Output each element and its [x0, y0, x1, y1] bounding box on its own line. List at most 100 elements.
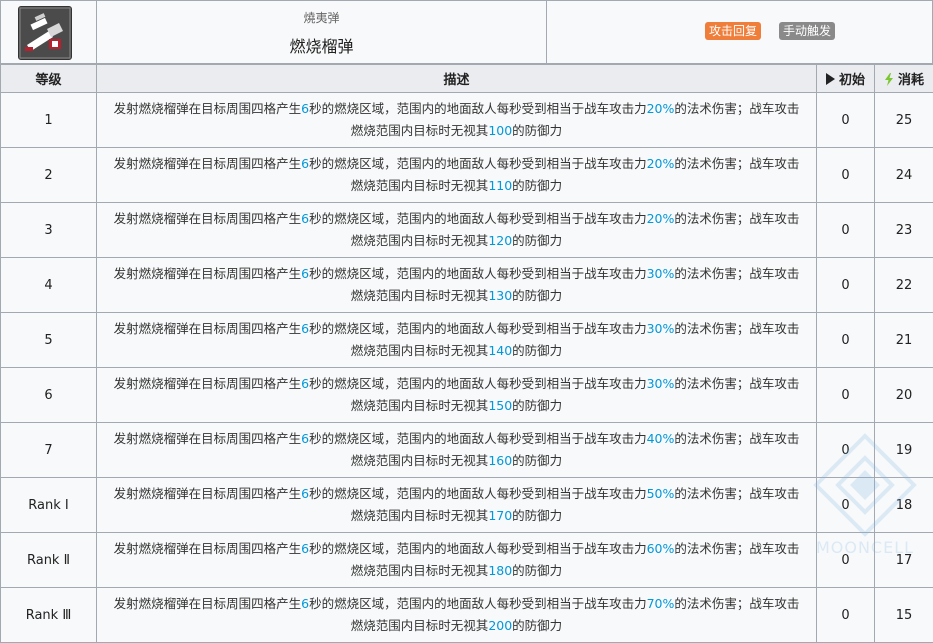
damage-percent-value: 20% — [647, 156, 675, 171]
table-row: 5发射燃烧榴弹在目标周围四格产生6秒的燃烧区域，范围内的地面敌人每秒受到相当于战… — [1, 313, 933, 368]
play-icon — [826, 73, 835, 85]
sp-cost-cell: 25 — [875, 93, 933, 148]
duration-value: 6 — [301, 266, 309, 281]
skill-header: 燒夷弹 燃烧榴弹 攻击回复 手动触发 — [0, 0, 933, 64]
sp-cost-cell: 22 — [875, 258, 933, 313]
damage-percent-value: 60% — [647, 541, 675, 556]
defense-ignore-value: 180 — [488, 563, 512, 578]
initial-sp-cell: 0 — [817, 203, 875, 258]
description-text: 秒的燃烧区域，范围内的地面敌人每秒受到相当于战车攻击力 — [309, 101, 647, 116]
duration-value: 6 — [301, 376, 309, 391]
duration-value: 6 — [301, 486, 309, 501]
trigger-type-badge: 手动触发 — [779, 22, 835, 40]
level-cell: 5 — [1, 313, 97, 368]
description-text: 秒的燃烧区域，范围内的地面敌人每秒受到相当于战车攻击力 — [309, 156, 647, 171]
mooncell-logo-icon — [810, 430, 920, 540]
table-row: 1发射燃烧榴弹在目标周围四格产生6秒的燃烧区域，范围内的地面敌人每秒受到相当于战… — [1, 93, 933, 148]
sp-cost-cell: 15 — [875, 588, 933, 643]
description-text: 秒的燃烧区域，范围内的地面敌人每秒受到相当于战车攻击力 — [309, 431, 647, 446]
description-text: 的防御力 — [512, 343, 562, 358]
level-cell: 2 — [1, 148, 97, 203]
description-text: 发射燃烧榴弹在目标周围四格产生 — [114, 486, 302, 501]
level-cell: 6 — [1, 368, 97, 423]
description-cell: 发射燃烧榴弹在目标周围四格产生6秒的燃烧区域，范围内的地面敌人每秒受到相当于战车… — [97, 533, 817, 588]
skill-name-cell: 燒夷弹 燃烧榴弹 — [97, 1, 547, 64]
damage-percent-value: 30% — [647, 266, 675, 281]
damage-percent-value: 40% — [647, 431, 675, 446]
table-row: 4发射燃烧榴弹在目标周围四格产生6秒的燃烧区域，范围内的地面敌人每秒受到相当于战… — [1, 258, 933, 313]
description-cell: 发射燃烧榴弹在目标周围四格产生6秒的燃烧区域，范围内的地面敌人每秒受到相当于战车… — [97, 423, 817, 478]
defense-ignore-value: 150 — [488, 398, 512, 413]
duration-value: 6 — [301, 211, 309, 226]
table-row: 3发射燃烧榴弹在目标周围四格产生6秒的燃烧区域，范围内的地面敌人每秒受到相当于战… — [1, 203, 933, 258]
lightning-bolt-icon — [884, 73, 894, 86]
level-cell: 3 — [1, 203, 97, 258]
description-cell: 发射燃烧榴弹在目标周围四格产生6秒的燃烧区域，范围内的地面敌人每秒受到相当于战车… — [97, 588, 817, 643]
watermark-text: MOONCELL — [810, 538, 920, 557]
description-text: 的防御力 — [512, 233, 562, 248]
mooncell-watermark: MOONCELL — [810, 430, 920, 590]
level-cell: 1 — [1, 93, 97, 148]
description-text: 秒的燃烧区域，范围内的地面敌人每秒受到相当于战车攻击力 — [309, 376, 647, 391]
skill-type-label: 燒夷弹 — [97, 9, 546, 26]
description-text: 秒的燃烧区域，范围内的地面敌人每秒受到相当于战车攻击力 — [309, 486, 647, 501]
level-cell: Rank Ⅱ — [1, 533, 97, 588]
skill-name: 燃烧榴弹 — [97, 33, 546, 57]
damage-percent-value: 30% — [647, 376, 675, 391]
initial-sp-cell: 0 — [817, 93, 875, 148]
defense-ignore-value: 120 — [488, 233, 512, 248]
defense-ignore-value: 200 — [488, 618, 512, 633]
description-text: 秒的燃烧区域，范围内的地面敌人每秒受到相当于战车攻击力 — [309, 266, 647, 281]
defense-ignore-value: 170 — [488, 508, 512, 523]
description-text: 秒的燃烧区域，范围内的地面敌人每秒受到相当于战车攻击力 — [309, 211, 647, 226]
damage-percent-value: 20% — [647, 211, 675, 226]
description-text: 的防御力 — [512, 398, 562, 413]
description-text: 发射燃烧榴弹在目标周围四格产生 — [114, 266, 302, 281]
description-cell: 发射燃烧榴弹在目标周围四格产生6秒的燃烧区域，范围内的地面敌人每秒受到相当于战车… — [97, 258, 817, 313]
incendiary-grenade-icon — [18, 6, 72, 60]
table-header-row: 等级 描述 初始 消耗 — [1, 65, 933, 93]
description-column-header: 描述 — [97, 65, 817, 93]
sp-cost-cell: 21 — [875, 313, 933, 368]
sp-cost-cell: 24 — [875, 148, 933, 203]
description-text: 的防御力 — [512, 178, 562, 193]
damage-percent-value: 20% — [647, 101, 675, 116]
table-row: Rank Ⅰ发射燃烧榴弹在目标周围四格产生6秒的燃烧区域，范围内的地面敌人每秒受… — [1, 478, 933, 533]
sp-cost-cell: 23 — [875, 203, 933, 258]
description-text: 发射燃烧榴弹在目标周围四格产生 — [114, 376, 302, 391]
level-column-header: 等级 — [1, 65, 97, 93]
defense-ignore-value: 160 — [488, 453, 512, 468]
level-cell: 4 — [1, 258, 97, 313]
defense-ignore-value: 100 — [488, 123, 512, 138]
table-row: Rank Ⅱ发射燃烧榴弹在目标周围四格产生6秒的燃烧区域，范围内的地面敌人每秒受… — [1, 533, 933, 588]
description-text: 的防御力 — [512, 508, 562, 523]
table-row: Rank Ⅲ发射燃烧榴弹在目标周围四格产生6秒的燃烧区域，范围内的地面敌人每秒受… — [1, 588, 933, 643]
description-cell: 发射燃烧榴弹在目标周围四格产生6秒的燃烧区域，范围内的地面敌人每秒受到相当于战车… — [97, 368, 817, 423]
skill-icon-cell — [1, 1, 97, 64]
level-cell: Rank Ⅲ — [1, 588, 97, 643]
duration-value: 6 — [301, 156, 309, 171]
duration-value: 6 — [301, 321, 309, 336]
initial-sp-cell: 0 — [817, 148, 875, 203]
damage-percent-value: 30% — [647, 321, 675, 336]
description-text: 发射燃烧榴弹在目标周围四格产生 — [114, 101, 302, 116]
description-text: 的防御力 — [512, 563, 562, 578]
table-row: 2发射燃烧榴弹在目标周围四格产生6秒的燃烧区域，范围内的地面敌人每秒受到相当于战… — [1, 148, 933, 203]
duration-value: 6 — [301, 101, 309, 116]
table-row: 7发射燃烧榴弹在目标周围四格产生6秒的燃烧区域，范围内的地面敌人每秒受到相当于战… — [1, 423, 933, 478]
description-text: 发射燃烧榴弹在目标周围四格产生 — [114, 156, 302, 171]
duration-value: 6 — [301, 541, 309, 556]
initial-sp-cell: 0 — [817, 368, 875, 423]
defense-ignore-value: 140 — [488, 343, 512, 358]
defense-ignore-value: 110 — [488, 178, 512, 193]
level-cell: 7 — [1, 423, 97, 478]
description-cell: 发射燃烧榴弹在目标周围四格产生6秒的燃烧区域，范围内的地面敌人每秒受到相当于战车… — [97, 93, 817, 148]
description-cell: 发射燃烧榴弹在目标周围四格产生6秒的燃烧区域，范围内的地面敌人每秒受到相当于战车… — [97, 148, 817, 203]
skill-level-table: 等级 描述 初始 消耗 1发射燃烧榴弹在目标周围四格产生6秒的燃烧区域，范围内的… — [0, 64, 933, 643]
initial-sp-cell: 0 — [817, 258, 875, 313]
damage-percent-value: 50% — [647, 486, 675, 501]
sp-recovery-badge: 攻击回复 — [705, 22, 761, 40]
sp-cost-column-header: 消耗 — [875, 65, 933, 93]
description-text: 的防御力 — [512, 618, 562, 633]
duration-value: 6 — [301, 431, 309, 446]
